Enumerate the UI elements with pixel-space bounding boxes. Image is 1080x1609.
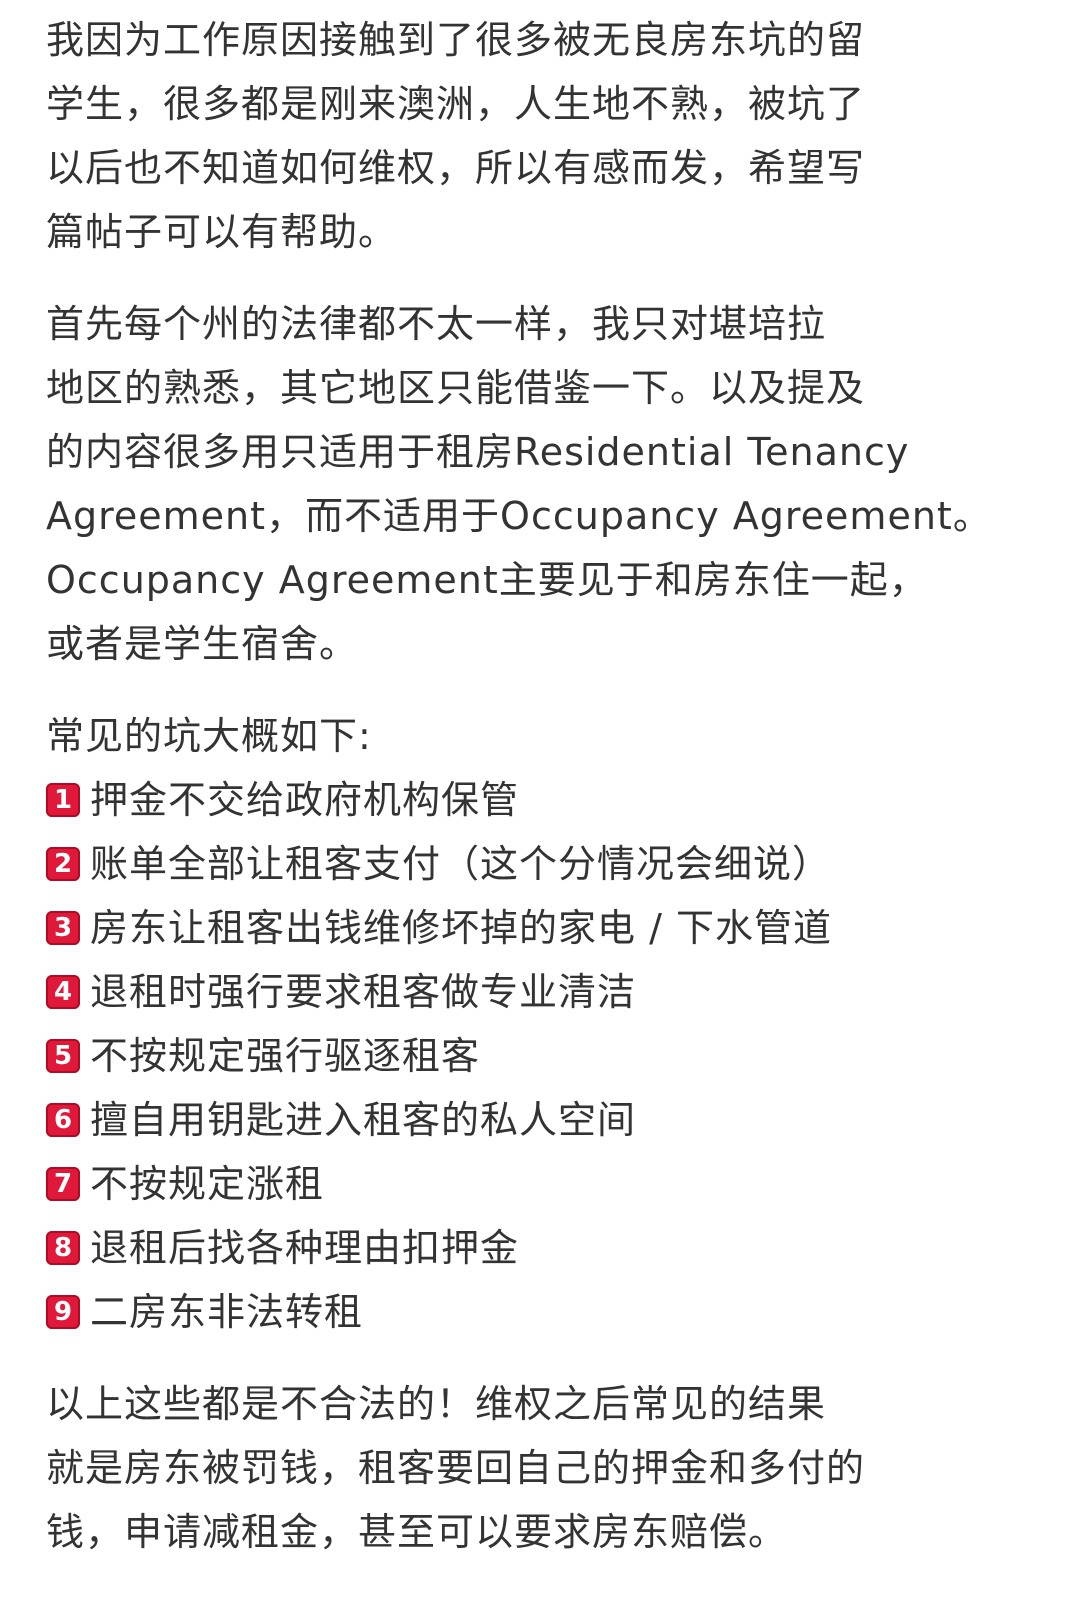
list-item: 9 二房东非法转租 bbox=[46, 1280, 1006, 1344]
text-line: 首先每个州的法律都不太一样，我只对堪培拉 bbox=[46, 302, 827, 346]
list-item-text: 擅自用钥匙进入租客的私人空间 bbox=[90, 1098, 637, 1142]
text-line: 的内容很多用只适用于租房Residential Tenancy bbox=[46, 430, 910, 474]
text-line: 地区的熟悉，其它地区只能借鉴一下。以及提及 bbox=[46, 366, 866, 410]
text-line: 或者是学生宿舍。 bbox=[46, 622, 359, 666]
text-line: Occupancy Agreement主要见于和房东住一起， bbox=[46, 558, 928, 602]
number-badge-icon: 2 bbox=[46, 847, 80, 881]
list-item-text: 不按规定强行驱逐租客 bbox=[90, 1034, 481, 1078]
list-item-text: 押金不交给政府机构保管 bbox=[90, 778, 520, 822]
issues-list: 常见的坑大概如下: 1 押金不交给政府机构保管 2 账单全部让租客支付（这个分情况会细… bbox=[46, 704, 1006, 1344]
number-badge-icon: 6 bbox=[46, 1103, 80, 1137]
list-item: 6 擅自用钥匙进入租客的私人空间 bbox=[46, 1088, 1006, 1152]
list-item: 5 不按规定强行驱逐租客 bbox=[46, 1024, 1006, 1088]
intro-paragraph: 我因为工作原因接触到了很多被无良房东坑的留 学生，很多都是刚来澳洲，人生地不熟，… bbox=[46, 8, 1006, 264]
closing-paragraph: 以上这些都是不合法的！维权之后常见的结果 就是房东被罚钱，租客要回自己的押金和多… bbox=[46, 1372, 1006, 1564]
text-line: 学生，很多都是刚来澳洲，人生地不熟，被坑了 bbox=[46, 82, 866, 126]
text-line: 我因为工作原因接触到了很多被无良房东坑的留 bbox=[46, 18, 866, 62]
number-badge-icon: 9 bbox=[46, 1295, 80, 1329]
list-item: 4 退租时强行要求租客做专业清洁 bbox=[46, 960, 1006, 1024]
text-line: 篇帖子可以有帮助。 bbox=[46, 210, 398, 254]
list-item-text: 退租时强行要求租客做专业清洁 bbox=[90, 970, 637, 1014]
post-body: 我因为工作原因接触到了很多被无良房东坑的留 学生，很多都是刚来澳洲，人生地不熟，… bbox=[46, 8, 1006, 1592]
text-line: 就是房东被罚钱，租客要回自己的押金和多付的 bbox=[46, 1446, 866, 1490]
number-badge-icon: 3 bbox=[46, 911, 80, 945]
list-item: 2 账单全部让租客支付（这个分情况会细说） bbox=[46, 832, 1006, 896]
list-item: 8 退租后找各种理由扣押金 bbox=[46, 1216, 1006, 1280]
list-item-text: 账单全部让租客支付（这个分情况会细说） bbox=[90, 842, 832, 886]
text-line: 以上这些都是不合法的！维权之后常见的结果 bbox=[46, 1382, 827, 1426]
list-heading: 常见的坑大概如下: bbox=[46, 714, 372, 758]
list-item-text: 不按规定涨租 bbox=[90, 1162, 325, 1206]
text-line: 钱，申请减租金，甚至可以要求房东赔偿。 bbox=[46, 1510, 788, 1554]
text-line: 以后也不知道如何维权，所以有感而发，希望写 bbox=[46, 146, 866, 190]
list-item-text: 二房东非法转租 bbox=[90, 1290, 364, 1334]
list-item: 7 不按规定涨租 bbox=[46, 1152, 1006, 1216]
number-badge-icon: 8 bbox=[46, 1231, 80, 1265]
text-line: Agreement，而不适用于Occupancy Agreement。 bbox=[46, 494, 992, 538]
number-badge-icon: 1 bbox=[46, 783, 80, 817]
list-item: 1 押金不交给政府机构保管 bbox=[46, 768, 1006, 832]
list-item-text: 退租后找各种理由扣押金 bbox=[90, 1226, 520, 1270]
law-note-paragraph: 首先每个州的法律都不太一样，我只对堪培拉 地区的熟悉，其它地区只能借鉴一下。以及… bbox=[46, 292, 1006, 676]
list-item: 3 房东让租客出钱维修坏掉的家电 / 下水管道 bbox=[46, 896, 1006, 960]
number-badge-icon: 7 bbox=[46, 1167, 80, 1201]
list-item-text: 房东让租客出钱维修坏掉的家电 / 下水管道 bbox=[90, 906, 832, 950]
number-badge-icon: 4 bbox=[46, 975, 80, 1009]
number-badge-icon: 5 bbox=[46, 1039, 80, 1073]
